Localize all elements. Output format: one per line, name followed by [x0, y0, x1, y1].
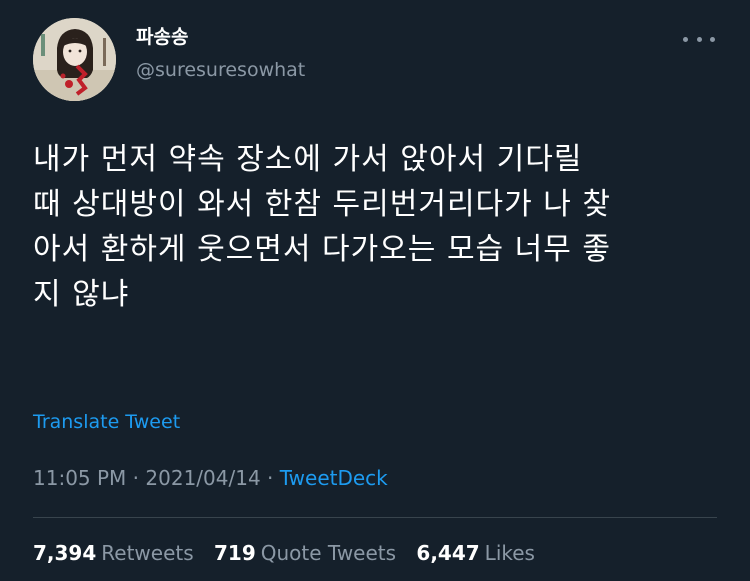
tweet-time[interactable]: 11:05 PM: [33, 466, 126, 490]
separator: ·: [132, 466, 140, 490]
tweet-text: 내가 먼저 약속 장소에 가서 앉아서 기다릴 때 상대방이 와서 한참 두리번…: [33, 137, 723, 317]
tweet-source-link[interactable]: TweetDeck: [280, 466, 388, 490]
tweet-text-line: 내가 먼저 약속 장소에 가서 앉아서 기다릴: [33, 142, 583, 177]
separator: ·: [267, 466, 274, 490]
likes-stat[interactable]: 6,447 Likes: [416, 540, 535, 566]
divider: [33, 517, 717, 518]
tweet-card: 파송송 @suresuresowhat 내가 먼저 약속 장소에 가서 앉아서 …: [0, 0, 750, 581]
tweet-text-line: 지 않냐: [33, 277, 130, 312]
more-options-icon[interactable]: [683, 29, 715, 49]
quote-tweets-stat[interactable]: 719 Quote Tweets: [214, 540, 396, 566]
avatar[interactable]: [33, 18, 116, 101]
retweets-count: 7,394: [33, 541, 97, 565]
dot: [710, 36, 715, 42]
translate-tweet-link[interactable]: Translate Tweet: [33, 410, 180, 434]
dot: [696, 36, 702, 42]
tweet-text-line: 때 상대방이 와서 한참 두리번거리다가 나 찾: [33, 187, 612, 222]
retweets-stat[interactable]: 7,394 Retweets: [33, 540, 194, 566]
likes-count: 6,447: [416, 541, 480, 565]
user-handle[interactable]: @suresuresowhat: [136, 58, 305, 82]
profile-photo-icon: [33, 18, 116, 101]
tweet-metadata: 11:05 PM · 2021/04/14 · TweetDeck: [33, 465, 388, 491]
display-name[interactable]: 파송송: [136, 25, 188, 49]
engagement-stats: 7,394 Retweets 719 Quote Tweets 6,447 Likes: [33, 540, 549, 566]
tweet-text-line: 아서 환하게 웃으면서 다가오는 모습 너무 좋: [33, 232, 612, 267]
retweets-label: Retweets: [101, 541, 194, 565]
likes-label: Likes: [484, 541, 535, 565]
quote-tweets-count: 719: [214, 541, 256, 565]
dot: [683, 36, 688, 42]
tweet-date[interactable]: 2021/04/14: [145, 466, 260, 490]
quote-tweets-label: Quote Tweets: [260, 541, 397, 565]
